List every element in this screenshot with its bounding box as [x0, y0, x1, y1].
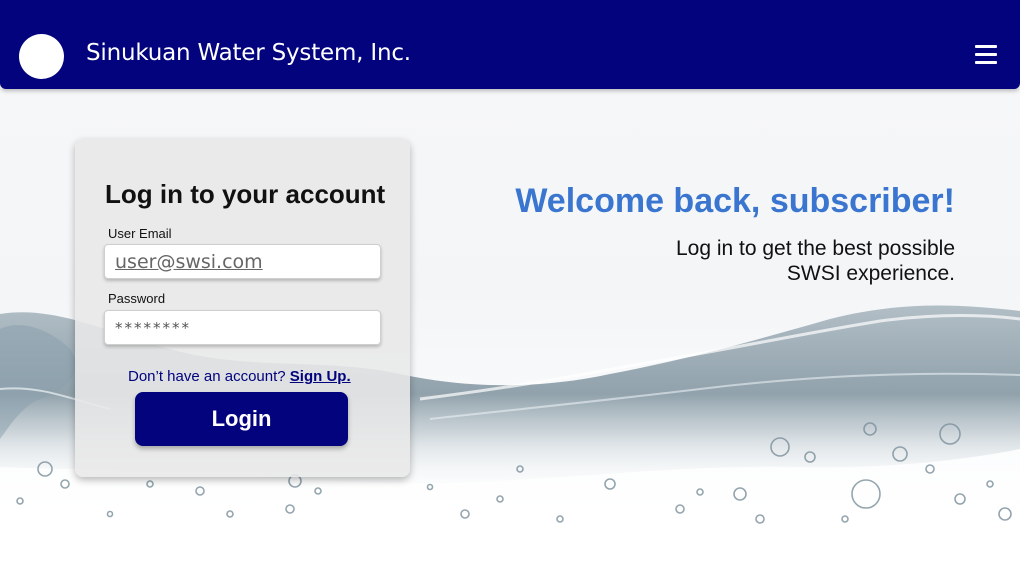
- welcome-subtext: Log in to get the best possible SWSI exp…: [675, 237, 955, 285]
- company-logo[interactable]: [19, 34, 64, 79]
- top-navbar: Sinukuan Water System, Inc.: [0, 0, 1020, 89]
- password-label: Password: [108, 291, 166, 306]
- email-field[interactable]: [104, 244, 381, 279]
- signup-prompt-text: Don’t have an account?: [128, 368, 286, 385]
- login-page: Sinukuan Water System, Inc. Log in to yo…: [0, 0, 1020, 564]
- signup-prompt-line: Don’t have an account? Sign Up.: [128, 368, 351, 385]
- login-title: Log in to your account: [105, 179, 386, 209]
- password-field[interactable]: [104, 310, 381, 345]
- company-name: Sinukuan Water System, Inc.: [86, 40, 411, 66]
- login-card: Log in to your account User Email Passwo…: [75, 139, 410, 477]
- login-button[interactable]: Login: [135, 392, 348, 446]
- email-label: User Email: [108, 226, 172, 241]
- hamburger-menu-icon[interactable]: [975, 45, 997, 64]
- welcome-heading: Welcome back, subscriber!: [515, 182, 955, 220]
- signup-link[interactable]: Sign Up.: [290, 368, 351, 385]
